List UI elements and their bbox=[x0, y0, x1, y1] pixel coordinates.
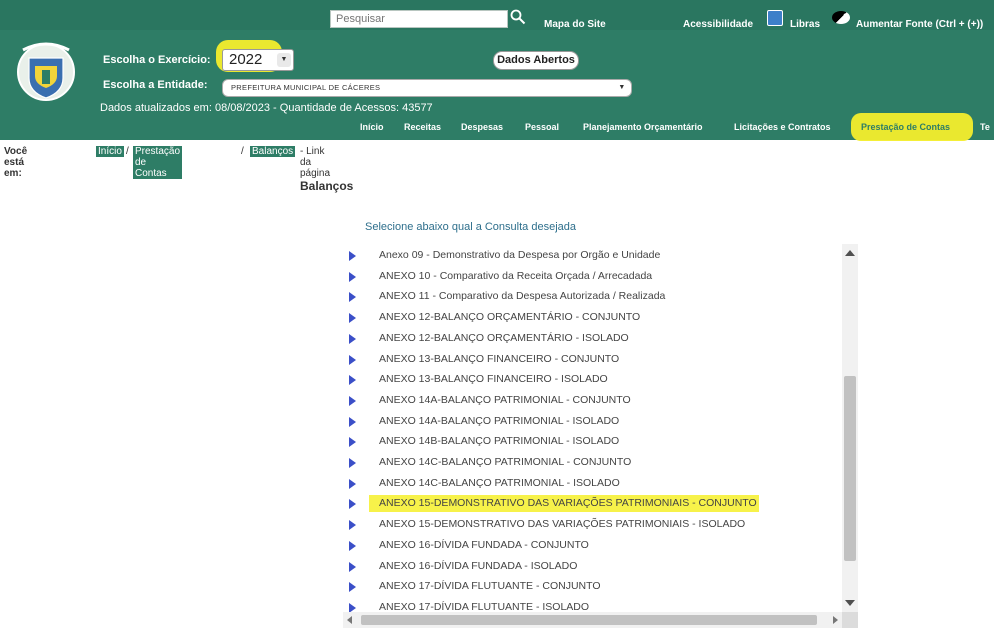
bullet-arrow-icon bbox=[349, 292, 356, 303]
breadcrumb-current[interactable]: Balanços bbox=[250, 146, 296, 157]
breadcrumb-home[interactable]: Início bbox=[96, 146, 124, 157]
scroll-down-arrow-icon[interactable] bbox=[845, 600, 855, 606]
site-map-link[interactable]: Mapa do Site bbox=[544, 19, 606, 30]
bullet-arrow-icon bbox=[349, 520, 356, 531]
font-size-link[interactable]: Aumentar Fonte (Ctrl + (+)) bbox=[856, 19, 983, 30]
list-item[interactable]: ANEXO 14B-BALANÇO PATRIMONIAL - ISOLADO bbox=[343, 432, 833, 452]
bullet-arrow-icon bbox=[349, 458, 356, 468]
list-item[interactable]: ANEXO 14A-BALANÇO PATRIMONIAL - CONJUNTO bbox=[343, 391, 833, 411]
report-list: Anexo 09 - Demonstrativo da Despesa por … bbox=[343, 240, 860, 630]
horizontal-scrollbar[interactable] bbox=[343, 612, 842, 628]
breadcrumb-prefix: Você está em: bbox=[4, 146, 28, 179]
list-item[interactable]: ANEXO 14A-BALANÇO PATRIMONIAL - ISOLADO bbox=[343, 412, 833, 432]
scroll-up-arrow-icon[interactable] bbox=[845, 250, 855, 256]
chevron-down-icon: ▼ bbox=[277, 53, 291, 67]
list-item-label[interactable]: ANEXO 12-BALANÇO ORÇAMENTÁRIO - ISOLADO bbox=[379, 332, 629, 344]
scroll-corner bbox=[842, 612, 858, 628]
list-item[interactable]: ANEXO 14C-BALANÇO PATRIMONIAL - ISOLADO bbox=[343, 474, 833, 494]
bullet-arrow-icon bbox=[349, 271, 356, 282]
bullet-arrow-icon bbox=[349, 395, 356, 406]
list-item-label[interactable]: ANEXO 13-BALANÇO FINANCEIRO - ISOLADO bbox=[379, 373, 608, 385]
list-item[interactable]: ANEXO 13-BALANÇO FINANCEIRO - ISOLADO bbox=[343, 370, 833, 390]
list-item[interactable]: Anexo 09 - Demonstrativo da Despesa por … bbox=[343, 246, 833, 266]
bullet-arrow-icon bbox=[349, 416, 356, 427]
nav-item-planejamento[interactable]: Planejamento Orçamentário bbox=[583, 122, 703, 132]
bullet-arrow-icon bbox=[349, 354, 356, 365]
scroll-right-arrow-icon[interactable] bbox=[833, 616, 838, 624]
list-item-label[interactable]: ANEXO 11 - Comparativo da Despesa Autori… bbox=[379, 290, 665, 302]
nav-item-despesas[interactable]: Despesas bbox=[461, 122, 503, 132]
list-item-label[interactable]: ANEXO 14A-BALANÇO PATRIMONIAL - CONJUNTO bbox=[379, 394, 631, 406]
bullet-arrow-icon bbox=[349, 540, 356, 551]
list-item[interactable]: ANEXO 13-BALANÇO FINANCEIRO - CONJUNTO bbox=[343, 350, 833, 370]
entity-select[interactable]: PREFEITURA MUNICIPAL DE CÁCERES ▼ bbox=[222, 79, 632, 97]
accessibility-link[interactable]: Acessibilidade bbox=[683, 19, 753, 30]
list-item[interactable]: ANEXO 10 - Comparativo da Receita Orçada… bbox=[343, 267, 833, 287]
list-item[interactable]: ANEXO 12-BALANÇO ORÇAMENTÁRIO - CONJUNTO bbox=[343, 308, 833, 328]
year-value: 2022 bbox=[229, 51, 263, 68]
bullet-arrow-icon bbox=[349, 375, 356, 386]
scroll-thumb[interactable] bbox=[361, 615, 817, 625]
list-item[interactable]: ANEXO 15-DEMONSTRATIVO DAS VARIAÇÕES PAT… bbox=[343, 515, 833, 535]
list-item-label[interactable]: ANEXO 15-DEMONSTRATIVO DAS VARIAÇÕES PAT… bbox=[379, 497, 757, 509]
list-item[interactable]: ANEXO 14C-BALANÇO PATRIMONIAL - CONJUNTO bbox=[343, 453, 833, 473]
list-item-label[interactable]: ANEXO 10 - Comparativo da Receita Orçada… bbox=[379, 270, 652, 282]
nav-item-prestacao-contas[interactable]: Prestação de Contas bbox=[861, 122, 950, 132]
scroll-thumb[interactable] bbox=[844, 376, 856, 561]
list-item[interactable]: ANEXO 15-DEMONSTRATIVO DAS VARIAÇÕES PAT… bbox=[343, 494, 833, 514]
list-item-label[interactable]: ANEXO 14B-BALANÇO PATRIMONIAL - ISOLADO bbox=[379, 435, 619, 447]
list-item-label[interactable]: ANEXO 15-DEMONSTRATIVO DAS VARIAÇÕES PAT… bbox=[379, 518, 745, 530]
entity-value: PREFEITURA MUNICIPAL DE CÁCERES bbox=[231, 83, 381, 92]
municipal-coat-of-arms-logo bbox=[17, 42, 75, 101]
list-item[interactable]: ANEXO 11 - Comparativo da Despesa Autori… bbox=[343, 287, 833, 307]
top-bar: Mapa do Site Acessibilidade Libras Aumen… bbox=[0, 0, 994, 30]
consult-prompt: Selecione abaixo qual a Consulta desejad… bbox=[365, 221, 576, 233]
vertical-scrollbar[interactable] bbox=[842, 244, 858, 612]
bullet-arrow-icon bbox=[349, 499, 356, 510]
nav-item-pessoal[interactable]: Pessoal bbox=[525, 122, 559, 132]
update-status: Dados atualizados em: 08/08/2023 - Quant… bbox=[100, 102, 433, 114]
bullet-arrow-icon bbox=[349, 561, 356, 572]
nav-item-inicio[interactable]: Início bbox=[360, 122, 384, 132]
nav-item-receitas[interactable]: Receitas bbox=[404, 122, 441, 132]
list-item-label[interactable]: ANEXO 14C-BALANÇO PATRIMONIAL - ISOLADO bbox=[379, 477, 620, 489]
breadcrumb-separator: / bbox=[241, 146, 244, 157]
list-item[interactable]: ANEXO 12-BALANÇO ORÇAMENTÁRIO - ISOLADO bbox=[343, 329, 833, 349]
list-item-label[interactable]: Anexo 09 - Demonstrativo da Despesa por … bbox=[379, 249, 660, 261]
search-input[interactable] bbox=[330, 10, 508, 28]
libras-link[interactable]: Libras bbox=[790, 19, 820, 30]
list-item-label[interactable]: ANEXO 16-DÍVIDA FUNDADA - ISOLADO bbox=[379, 560, 577, 572]
site-header: Mapa do Site Acessibilidade Libras Aumen… bbox=[0, 0, 994, 141]
list-item[interactable]: ANEXO 17-DÍVIDA FLUTUANTE - CONJUNTO bbox=[343, 577, 833, 597]
open-data-button[interactable]: Dados Abertos bbox=[493, 51, 579, 70]
list-item-label[interactable]: ANEXO 13-BALANÇO FINANCEIRO - CONJUNTO bbox=[379, 353, 619, 365]
bullet-arrow-icon bbox=[349, 251, 356, 261]
scroll-left-arrow-icon[interactable] bbox=[347, 616, 352, 624]
contrast-icon[interactable] bbox=[832, 11, 850, 24]
breadcrumb-separator: / bbox=[126, 146, 129, 157]
year-select[interactable]: 2022 ▼ bbox=[222, 49, 294, 71]
list-item[interactable]: ANEXO 16-DÍVIDA FUNDADA - CONJUNTO bbox=[343, 536, 833, 556]
page-title: Balanços bbox=[300, 179, 354, 193]
bullet-arrow-icon bbox=[349, 478, 356, 489]
year-label: Escolha o Exercício: bbox=[103, 54, 211, 66]
list-item-label[interactable]: ANEXO 17-DÍVIDA FLUTUANTE - CONJUNTO bbox=[379, 580, 601, 592]
nav-item-more[interactable]: Te bbox=[980, 122, 990, 132]
bullet-arrow-icon bbox=[349, 333, 356, 344]
list-item-label[interactable]: ANEXO 14C-BALANÇO PATRIMONIAL - CONJUNTO bbox=[379, 456, 631, 468]
list-item-label[interactable]: ANEXO 16-DÍVIDA FUNDADA - CONJUNTO bbox=[379, 539, 589, 551]
libras-icon[interactable] bbox=[767, 10, 783, 26]
entity-label: Escolha a Entidade: bbox=[103, 79, 208, 91]
chevron-down-icon: ▼ bbox=[615, 81, 629, 95]
breadcrumb-parent[interactable]: Prestação de Contas bbox=[133, 146, 183, 179]
breadcrumb-suffix: - Link da página bbox=[300, 146, 331, 179]
nav-item-licitacoes[interactable]: Licitações e Contratos bbox=[734, 122, 831, 132]
list-item-label[interactable]: ANEXO 14A-BALANÇO PATRIMONIAL - ISOLADO bbox=[379, 415, 619, 427]
list-item[interactable]: ANEXO 16-DÍVIDA FUNDADA - ISOLADO bbox=[343, 557, 833, 577]
bullet-arrow-icon bbox=[349, 437, 356, 448]
bullet-arrow-icon bbox=[349, 313, 356, 324]
bullet-arrow-icon bbox=[349, 582, 356, 593]
list-item-label[interactable]: ANEXO 12-BALANÇO ORÇAMENTÁRIO - CONJUNTO bbox=[379, 311, 640, 323]
search-icon[interactable] bbox=[510, 9, 526, 25]
